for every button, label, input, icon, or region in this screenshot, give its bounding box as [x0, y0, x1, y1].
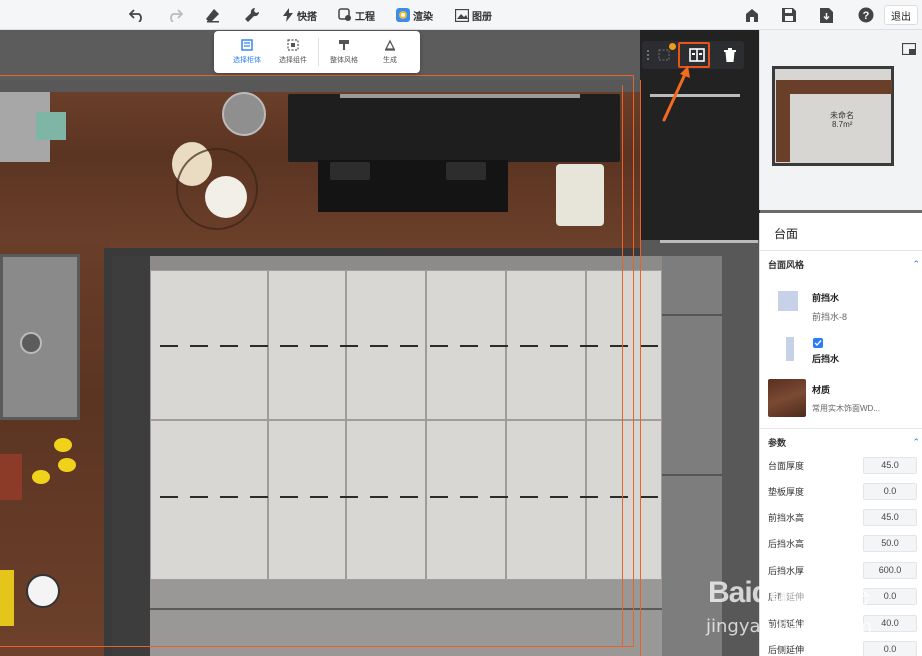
mode-select-cabinet-label: 选择柜体	[233, 57, 261, 64]
xuanran-menu[interactable]: 渲染	[396, 5, 433, 25]
minimap-counter	[786, 80, 892, 94]
watermark-brand-text: Baidu	[708, 576, 787, 609]
watermark-cn: 经验	[818, 586, 871, 616]
orange-dot	[669, 43, 676, 50]
mode-generate-label: 生成	[383, 57, 397, 64]
param-input[interactable]: 45.0	[863, 508, 917, 526]
home-icon[interactable]	[742, 5, 762, 25]
material-thumb[interactable]	[768, 379, 806, 417]
mode-generate[interactable]: 生成	[367, 31, 413, 73]
param-label: 台面厚度	[768, 460, 805, 471]
param-input[interactable]: 45.0	[863, 456, 917, 474]
selection-outline-inner	[622, 85, 634, 647]
eraser-icon[interactable]	[203, 5, 223, 25]
delete-icon[interactable]	[717, 43, 744, 67]
panel-title: 台面	[774, 227, 799, 241]
param-row: 前挡水高 45.0	[768, 507, 922, 527]
minimap-panel[interactable]: 未命名 8.7m²	[759, 30, 922, 210]
front-splash-thumb[interactable]	[778, 291, 798, 311]
selection-outline-right	[640, 80, 641, 656]
front-splash-name: 前挡水	[812, 293, 840, 303]
xuanran-label: 渲染	[413, 11, 433, 23]
svg-text:?: ?	[863, 10, 870, 22]
help-icon[interactable]: ?	[856, 5, 876, 25]
wall-right-grout	[662, 314, 722, 316]
params-section-title: 参数	[768, 438, 787, 448]
generate-icon	[384, 39, 396, 51]
back-splash-checkbox[interactable]	[813, 338, 823, 348]
gongcheng-menu[interactable]: 工程	[338, 5, 375, 25]
wrench-icon[interactable]	[242, 5, 262, 25]
collapse-icon[interactable]: ⌃	[912, 437, 920, 448]
album-icon	[455, 8, 469, 22]
param-input[interactable]: 50.0	[863, 534, 917, 552]
export-icon[interactable]	[816, 5, 836, 25]
back-splash-thumb[interactable]	[786, 337, 794, 361]
minimap-toggle-icon[interactable]	[901, 42, 917, 56]
mode-select-component[interactable]: 选择组件	[270, 31, 316, 73]
style-brush-icon	[339, 40, 349, 50]
mode-select-cabinet[interactable]: 选择柜体	[224, 31, 270, 73]
gongcheng-label: 工程	[355, 11, 375, 23]
tuce-menu[interactable]: 图册	[455, 5, 492, 25]
param-row: 后挡水高 50.0	[768, 533, 922, 553]
minimap-room-area: 8.7m²	[832, 120, 853, 129]
mode-overall-style[interactable]: 整体风格	[321, 31, 367, 73]
watermark-url: jingyan.baidu.com	[706, 616, 873, 637]
baidu-watermark: Baidu 经验 jingyan.baidu.com	[706, 574, 916, 646]
param-label: 前挡水高	[768, 512, 805, 523]
divider	[760, 428, 922, 429]
app-window: 快搭 工程 渲染 图册 ? 退出 选择柜体 选择组件 整体风格 生成 未命名 8…	[0, 0, 922, 656]
check-icon	[814, 340, 822, 347]
material-name: 材质	[812, 385, 831, 395]
collapse-icon[interactable]: ⌃	[912, 259, 920, 270]
annotation-arrow-icon	[662, 66, 690, 122]
kuaida-menu[interactable]: 快搭	[282, 5, 317, 25]
selection-outline	[0, 75, 634, 647]
render-icon	[396, 8, 410, 22]
3d-viewport[interactable]	[0, 30, 760, 656]
watermark-brand: Baidu	[708, 576, 787, 610]
wall-right-grout	[662, 474, 722, 476]
mode-panel: 选择柜体 选择组件 整体风格 生成	[214, 31, 420, 73]
material-value[interactable]: 常用实木饰面WD...	[812, 403, 880, 414]
undo-icon[interactable]	[127, 5, 147, 25]
tuce-label: 图册	[472, 11, 492, 23]
divider	[760, 250, 922, 251]
redo-icon[interactable]	[165, 5, 185, 25]
param-label: 垫板厚度	[768, 486, 805, 497]
mode-overall-style-label: 整体风格	[330, 57, 358, 64]
front-splash-value[interactable]: 前挡水-8	[812, 310, 847, 323]
mode-divider	[318, 38, 319, 66]
cabinet-handle	[660, 240, 758, 243]
minimap-counter-left	[776, 80, 790, 162]
param-row: 台面厚度 45.0	[768, 455, 922, 475]
back-splash-name: 后挡水	[812, 354, 840, 364]
top-toolbar: 快搭 工程 渲染 图册 ? 退出	[0, 0, 922, 30]
style-section-title: 台面风格	[768, 260, 805, 270]
cabinet-select-icon	[241, 39, 253, 51]
component-select-icon	[287, 39, 299, 51]
save-icon[interactable]	[779, 5, 799, 25]
param-input[interactable]: 0.0	[863, 482, 917, 500]
mode-select-component-label: 选择组件	[279, 57, 307, 64]
param-row: 垫板厚度 0.0	[768, 481, 922, 501]
kuaida-label: 快搭	[297, 11, 317, 23]
engineering-icon	[338, 8, 351, 21]
paw-icon	[780, 584, 804, 608]
exit-button[interactable]: 退出	[884, 5, 918, 25]
param-label: 后挡水高	[768, 538, 805, 549]
bolt-icon	[283, 8, 293, 22]
